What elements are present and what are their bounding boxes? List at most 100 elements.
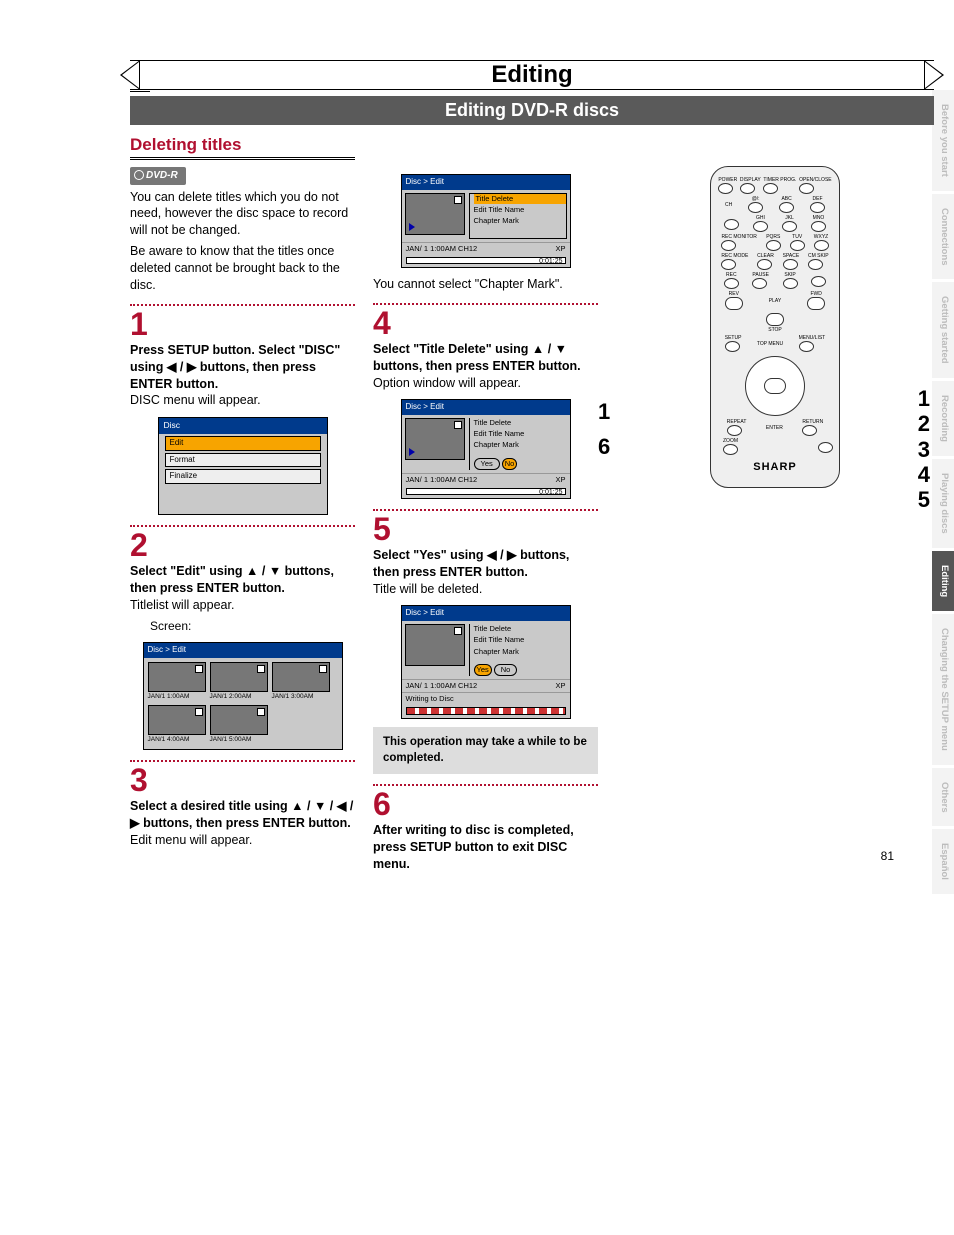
step-number-1: 1	[130, 308, 355, 340]
osd-time: 0:01:25	[539, 257, 562, 266]
remote-brand: SHARP	[717, 461, 833, 473]
section-heading: Deleting titles	[130, 135, 355, 160]
titlelist-cell: JAN/1 2:00AM	[210, 662, 268, 702]
remote-open-button	[799, 183, 814, 194]
callout-r2: 2	[918, 411, 930, 436]
remote-timer-button	[763, 183, 778, 194]
remote-rec	[724, 278, 739, 289]
remote-return	[802, 425, 817, 436]
step2-result: Titlelist will appear.	[130, 598, 234, 612]
titlelist-cell: JAN/1 3:00AM	[272, 662, 330, 702]
callout-6-left: 6	[598, 429, 610, 464]
remote-label-ch: CH	[725, 203, 732, 208]
step1-instruction: Press SETUP button. Select "DISC" using …	[130, 343, 340, 391]
osd-menu-title-delete: Title Delete	[474, 194, 566, 204]
osd-menu-chapter-mark: Chapter Mark	[474, 647, 567, 657]
column-remote: 1 6 1 2 3 4 5 POWER DISPLAY TIMER PROG. …	[616, 166, 934, 488]
osd-disc-header: Disc	[159, 418, 327, 433]
remote-menulist	[799, 341, 814, 352]
step6-instruction: After writing to disc is completed, pres…	[373, 823, 574, 871]
remote-repeat	[727, 425, 742, 436]
callout-r4: 4	[918, 462, 930, 487]
remote-num-3	[810, 202, 825, 213]
osd-disc-edit: Edit	[165, 436, 321, 451]
osd-breadcrumb: Disc > Edit	[402, 400, 570, 415]
osd-menu-edit-title-name: Edit Title Name	[474, 205, 566, 215]
step1-result: DISC menu will appear.	[130, 393, 261, 407]
titlelist-cell: JAN/1 1:00AM	[148, 662, 206, 702]
remote-num-0	[783, 259, 798, 270]
titlelist-cell: JAN/1 5:00AM	[210, 705, 268, 745]
osd-titlelist-header: Disc > Edit	[144, 643, 342, 658]
remote-pause	[752, 278, 767, 289]
remote-num-6	[811, 221, 826, 232]
osd-titlelist: Disc > Edit JAN/1 1:00AM JAN/1 2:00AM JA…	[143, 642, 343, 750]
step3-result: Edit menu will appear.	[130, 833, 252, 847]
callout-1-left: 1	[598, 394, 610, 429]
osd-edit-menu-2: Disc > Edit Title Delete Edit Title Name…	[401, 399, 571, 498]
osd-menu-edit-title-name: Edit Title Name	[474, 635, 567, 645]
page-title-bar: Editing	[130, 60, 934, 90]
osd-breadcrumb: Disc > Edit	[402, 606, 570, 621]
page-title: Editing	[471, 61, 592, 89]
step-divider	[373, 509, 598, 511]
osd-edit-menu-1: Disc > Edit Title Delete Edit Title Name…	[401, 174, 571, 268]
osd-disc-menu: Disc Edit Format Finalize	[158, 417, 328, 515]
remote-label-display: DISPLAY	[740, 178, 761, 183]
osd-menu-chapter-mark: Chapter Mark	[474, 216, 566, 226]
titlelist-cell: JAN/1 4:00AM	[148, 705, 206, 745]
page-number: 81	[881, 849, 894, 863]
osd-writing-progress	[406, 707, 566, 715]
chapter-mark-note: You cannot select "Chapter Mark".	[373, 276, 598, 293]
warning-note: This operation may take a while to be co…	[373, 727, 598, 774]
osd-status-left: JAN/ 1 1:00AM CH12	[406, 244, 478, 254]
remote-control-illustration: POWER DISPLAY TIMER PROG. OPEN/CLOSE CH …	[710, 166, 840, 488]
remote-label-open: OPEN/CLOSE	[799, 178, 832, 183]
remote-num-9	[814, 240, 829, 251]
remote-dpad	[745, 356, 805, 416]
step-number-5: 5	[373, 513, 598, 545]
remote-label-power: POWER	[718, 178, 737, 183]
remote-skip-fwd	[811, 276, 826, 287]
step-divider	[373, 303, 598, 305]
step-divider	[130, 304, 355, 306]
play-icon	[409, 448, 415, 456]
remote-cmskip	[808, 259, 823, 270]
osd-status-right: XP	[555, 244, 565, 254]
intro-paragraph-1: You can delete titles which you do not n…	[130, 189, 355, 240]
osd-writing: Writing to Disc	[406, 694, 454, 704]
osd-no: No	[502, 458, 518, 470]
step5-instruction: Select "Yes" using ◀ / ▶ buttons, then p…	[373, 548, 569, 579]
osd-menu-title-delete: Title Delete	[474, 418, 567, 428]
remote-power-button	[718, 183, 733, 194]
step-divider	[373, 784, 598, 786]
step2-instruction: Select "Edit" using ▲ / ▼ buttons, then …	[130, 564, 334, 595]
osd-menu-chapter-mark: Chapter Mark	[474, 440, 567, 450]
osd-breadcrumb: Disc > Edit	[402, 175, 570, 190]
callout-r5: 5	[918, 487, 930, 512]
remote-callouts-left: 1 6	[598, 394, 610, 464]
remote-num-2	[779, 202, 794, 213]
remote-skip-back	[783, 278, 798, 289]
column-middle: Disc > Edit Title Delete Edit Title Name…	[373, 166, 598, 873]
osd-menu-title-delete: Title Delete	[474, 624, 567, 634]
osd-edit-menu-3: Disc > Edit Title Delete Edit Title Name…	[401, 605, 571, 719]
remote-ch-up	[724, 219, 739, 230]
screen-label: Screen:	[150, 618, 355, 634]
intro-paragraph-2: Be aware to know that the titles once de…	[130, 243, 355, 294]
osd-yes: Yes	[474, 458, 500, 470]
remote-label-timer: TIMER PROG.	[763, 178, 796, 183]
title-arrow-right-icon	[924, 60, 944, 90]
remote-recmode	[721, 259, 736, 270]
play-icon	[409, 223, 415, 231]
remote-zoom	[723, 444, 738, 455]
remote-setup-button	[725, 341, 740, 352]
osd-yes: Yes	[474, 664, 492, 676]
remote-extra	[818, 442, 833, 453]
osd-progress-bar: 0:01:25	[406, 257, 566, 264]
osd-menu-edit-title-name: Edit Title Name	[474, 429, 567, 439]
remote-display-button	[740, 183, 755, 194]
remote-num-1	[748, 202, 763, 213]
step-number-6: 6	[373, 788, 598, 820]
page-subtitle: Editing DVD-R discs	[130, 96, 934, 125]
